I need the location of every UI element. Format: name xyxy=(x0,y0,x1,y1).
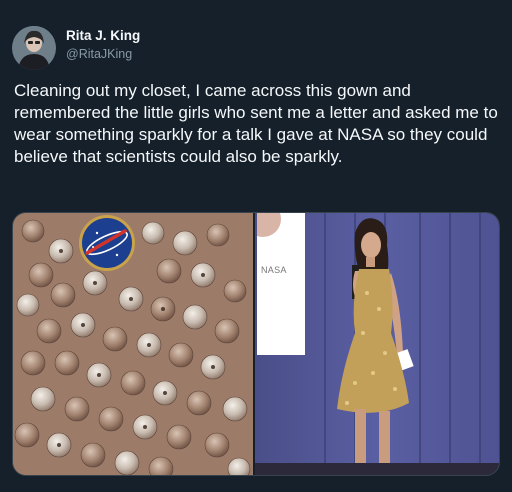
user-handle[interactable]: @RitaJKing xyxy=(66,46,140,62)
media-photo-sequins[interactable] xyxy=(13,213,253,475)
media-photo-speaker[interactable]: NASA xyxy=(255,213,499,475)
speaker-figure xyxy=(337,218,414,471)
media-grid: NASA xyxy=(12,212,500,476)
nasa-pin-icon xyxy=(79,215,135,271)
sequins-illustration xyxy=(13,213,253,475)
tweet: Rita J. King @RitaJKing Cleaning out my … xyxy=(0,0,512,492)
author-info: Rita J. King @RitaJKing xyxy=(66,28,140,62)
avatar[interactable] xyxy=(12,26,56,70)
stage-floor xyxy=(255,463,499,475)
avatar-image xyxy=(12,26,56,70)
display-name[interactable]: Rita J. King xyxy=(66,28,140,44)
tweet-text: Cleaning out my closet, I came across th… xyxy=(14,81,498,166)
